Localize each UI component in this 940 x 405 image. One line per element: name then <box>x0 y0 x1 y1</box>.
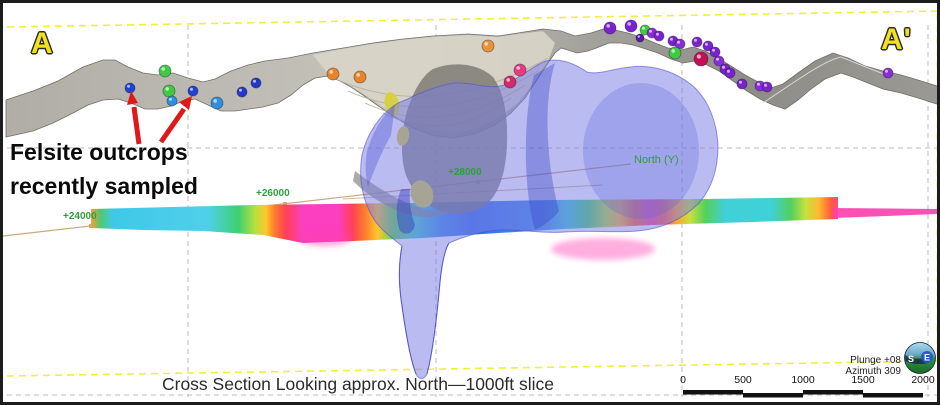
viewport[interactable]: A A' Felsite outcrops recently sampled +… <box>0 0 940 405</box>
sample-point-highlight <box>697 54 701 58</box>
scale-label: 500 <box>723 374 763 386</box>
scale-bar-segment <box>743 393 803 398</box>
scene-3d[interactable] <box>3 3 940 405</box>
sample-point-highlight <box>127 85 130 88</box>
scale-label: 1000 <box>783 374 823 386</box>
sample-point[interactable] <box>762 82 772 92</box>
scale-bar <box>683 390 923 398</box>
sample-point-highlight <box>670 38 673 41</box>
sample-point-highlight <box>705 43 708 46</box>
sample-point-highlight <box>165 87 169 91</box>
sample-point-highlight <box>727 70 730 73</box>
sample-point-highlight <box>190 88 193 91</box>
sample-point[interactable] <box>327 68 339 80</box>
sample-point[interactable] <box>625 20 637 32</box>
plunge-value: Plunge +08 <box>837 355 901 366</box>
sample-point[interactable] <box>514 64 526 76</box>
sample-point[interactable] <box>237 87 247 97</box>
sample-point[interactable] <box>211 97 223 109</box>
sample-point[interactable] <box>167 96 177 106</box>
sample-point[interactable] <box>159 65 171 77</box>
sample-point-highlight <box>656 33 659 36</box>
scale-label: 1500 <box>843 374 883 386</box>
sample-point[interactable] <box>604 22 616 34</box>
sample-point[interactable] <box>188 86 198 96</box>
section-label-a: A <box>31 27 54 61</box>
sample-point[interactable] <box>654 31 664 41</box>
sample-point[interactable] <box>482 40 494 52</box>
sample-point[interactable] <box>669 47 681 59</box>
sample-point-highlight <box>356 73 360 77</box>
sample-point-highlight <box>716 58 719 61</box>
sample-point[interactable] <box>737 79 747 89</box>
figure-caption: Cross Section Looking approx. North—1000… <box>133 374 583 395</box>
sample-point-highlight <box>638 35 640 37</box>
sample-point-highlight <box>642 27 645 30</box>
section-label-a-prime: A' <box>881 23 912 57</box>
sample-point-highlight <box>649 30 652 33</box>
felsite-annotation-line2: recently sampled <box>10 169 198 203</box>
sample-point-highlight <box>677 41 680 44</box>
scale-bar-segment <box>803 390 863 395</box>
scale-label: 2000 <box>903 374 940 386</box>
sample-point-highlight <box>722 66 725 69</box>
sample-point-highlight <box>239 89 242 92</box>
sample-point[interactable] <box>692 37 702 47</box>
sample-point[interactable] <box>504 76 516 88</box>
sample-point[interactable] <box>694 52 708 66</box>
sample-point[interactable] <box>354 71 366 83</box>
sample-point[interactable] <box>163 85 175 97</box>
sample-point-highlight <box>506 78 510 82</box>
felsite-annotation: Felsite outcrops recently sampled <box>10 135 198 203</box>
sample-point[interactable] <box>251 78 261 88</box>
scale-label: 0 <box>663 374 703 386</box>
sample-point-highlight <box>757 83 760 86</box>
north-axis-label: North (Y) <box>634 154 679 166</box>
sample-point-highlight <box>484 42 488 46</box>
sample-point[interactable] <box>710 47 720 57</box>
sample-point-highlight <box>516 66 520 70</box>
sample-point-highlight <box>169 98 172 101</box>
sample-point-highlight <box>764 84 767 87</box>
scale-bar-segment <box>683 390 743 395</box>
sample-point[interactable] <box>883 68 893 78</box>
compass-letter-s: S <box>908 354 914 364</box>
sample-point-highlight <box>329 70 333 74</box>
blue-intrusion-body <box>361 60 718 378</box>
sample-point[interactable] <box>725 68 735 78</box>
axis-tick-label: +28000 <box>448 167 482 178</box>
sample-point-highlight <box>606 24 610 28</box>
axis-tick-label: +24000 <box>63 211 97 222</box>
sample-point-highlight <box>671 49 675 53</box>
sample-point[interactable] <box>125 83 135 93</box>
sample-point-highlight <box>253 80 256 83</box>
scale-bar-segment <box>863 393 923 398</box>
sample-point-highlight <box>161 67 165 71</box>
sample-point-highlight <box>213 99 217 103</box>
orientation-globe[interactable]: S E <box>903 341 937 375</box>
sample-point-highlight <box>885 70 888 73</box>
compass-letter-e: E <box>924 353 930 363</box>
felsite-annotation-line1: Felsite outcrops <box>10 135 198 169</box>
sample-point[interactable] <box>636 34 644 42</box>
sample-point-highlight <box>712 49 715 52</box>
axis-tick-label: +26000 <box>256 188 290 199</box>
sample-point-highlight <box>627 22 631 26</box>
sample-point-highlight <box>739 81 742 84</box>
sample-point-highlight <box>694 39 697 42</box>
